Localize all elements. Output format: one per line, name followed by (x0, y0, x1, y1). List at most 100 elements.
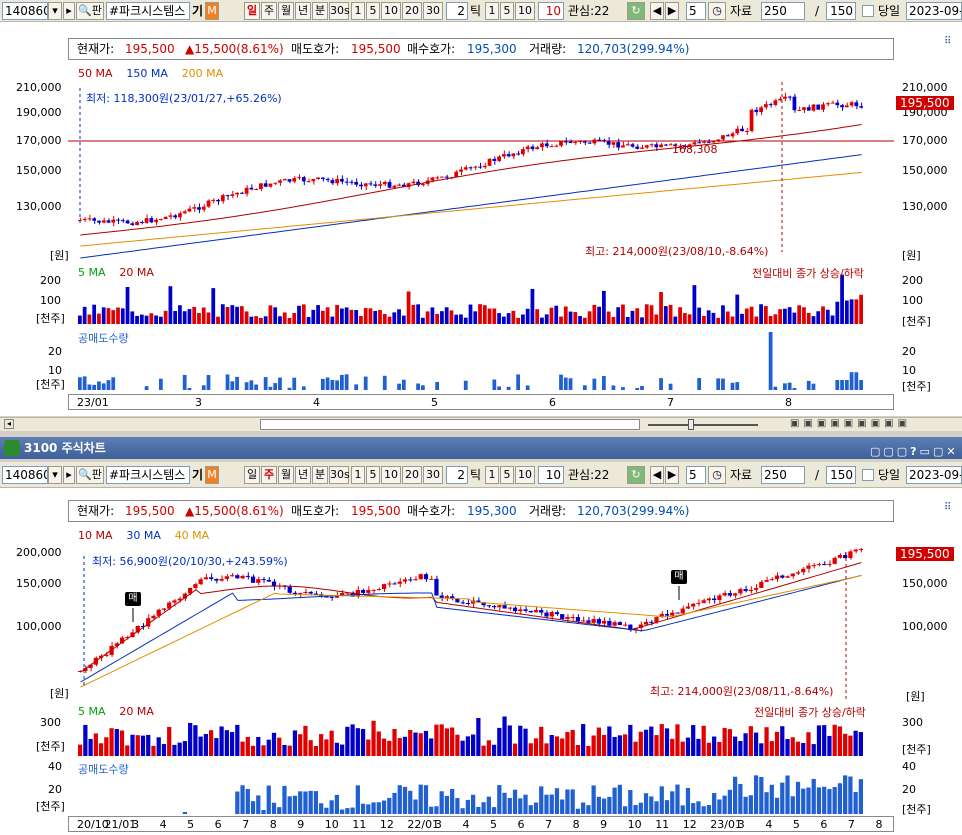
window-controls-icon[interactable]: ▢▢▢?▭▢✕ (870, 441, 959, 463)
short-bar (733, 776, 738, 814)
code-dropdown-button[interactable]: ▾ (48, 2, 62, 20)
period-week-button-2[interactable]: 주 (261, 466, 277, 484)
short-bar (582, 385, 587, 390)
refresh-icon-2[interactable]: ↻ (627, 466, 645, 484)
interval-10-button-2[interactable]: 10 (381, 466, 401, 484)
volume-bar (687, 314, 692, 324)
short-bar (596, 796, 601, 814)
interval-10-button[interactable]: 10 (381, 2, 401, 20)
jaryo-select[interactable]: 250 (761, 2, 805, 20)
short-bar (230, 381, 235, 390)
volume-bar (335, 304, 339, 324)
bottom-settings-icon[interactable]: ⠿ (944, 502, 951, 513)
tick-count-input[interactable]: 10 (538, 2, 564, 20)
tick-1-button[interactable]: 1 (485, 2, 499, 20)
zoom-slider-track[interactable] (648, 424, 758, 426)
code-dropdown-button-2[interactable]: ▾ (48, 466, 62, 484)
top-short-chart[interactable] (68, 326, 894, 392)
tick-input-2[interactable]: 2 (446, 466, 468, 484)
date-input-2[interactable]: 2023-09-0 (906, 466, 962, 484)
short-bar (261, 809, 266, 814)
stock-name-field-2[interactable]: #파크시스템스 (106, 466, 190, 484)
period-month-button[interactable]: 월 (278, 2, 294, 20)
period-month-button-2[interactable]: 월 (278, 466, 294, 484)
period-minute-button[interactable]: 분 (312, 2, 328, 20)
top-settings-icon[interactable]: ⠿ (944, 36, 951, 47)
dangil-label-2: 당일 (878, 468, 901, 482)
interval-20-button-2[interactable]: 20 (402, 466, 422, 484)
top-scrollbar[interactable]: ◂ ▣▣▣▣▣▣▣▣▣ (0, 417, 962, 431)
bottom-short-chart[interactable] (68, 758, 894, 816)
volume-bar (549, 734, 554, 756)
clock-icon[interactable]: ◷ (708, 2, 726, 20)
period-day-button[interactable]: 일 (244, 2, 260, 20)
bottom-price-chart[interactable] (68, 522, 894, 702)
volume-bar (753, 732, 759, 756)
zoom-slider-handle[interactable] (688, 419, 694, 430)
volume-bar (167, 726, 172, 756)
interval-30-button-2[interactable]: 30 (423, 466, 443, 484)
interval-30-button[interactable]: 30 (423, 2, 443, 20)
next-button[interactable]: ▶ (665, 2, 679, 20)
tick-10-button-2[interactable]: 10 (515, 466, 535, 484)
tick-10-button[interactable]: 10 (515, 2, 535, 20)
stock-code-input-2[interactable]: 140860 (2, 466, 48, 484)
tick-count-input-2[interactable]: 10 (538, 466, 564, 484)
prev-button-2[interactable]: ◀ (650, 466, 664, 484)
interval-1-button-2[interactable]: 1 (351, 466, 365, 484)
jaryo-select-2[interactable]: 250 (761, 466, 805, 484)
tick-label-2: 틱 (470, 468, 482, 482)
left-unit-won: [원] (50, 249, 69, 262)
period-week-button[interactable]: 주 (261, 2, 277, 20)
candle-body (563, 141, 568, 143)
buy-marker-2[interactable]: 매 (671, 570, 687, 584)
candle-body (811, 565, 816, 567)
tick-input[interactable]: 2 (446, 2, 468, 20)
volume-bar (287, 317, 292, 324)
total-input[interactable]: 150 (826, 2, 856, 20)
period-year-button[interactable]: 년 (295, 2, 311, 20)
count-input[interactable]: 5 (686, 2, 706, 20)
total-input-2[interactable]: 150 (826, 466, 856, 484)
next-arrow-button[interactable]: ▸ (63, 2, 75, 20)
volume-bar (83, 724, 88, 756)
interval-5-button[interactable]: 5 (366, 2, 380, 20)
tick-1-button-2[interactable]: 1 (485, 466, 499, 484)
date-input[interactable]: 2023-09-0 (906, 2, 962, 20)
buy-marker-1[interactable]: 매 (125, 592, 141, 606)
dangil-checkbox[interactable] (862, 5, 874, 17)
tick-5-button[interactable]: 5 (500, 2, 514, 20)
period-minute-button-2[interactable]: 분 (312, 466, 328, 484)
stock-name-field[interactable]: #파크시스템스 (106, 2, 190, 20)
candle-body (158, 219, 163, 221)
clock-icon-2[interactable]: ◷ (708, 466, 726, 484)
left-tick-190000: 190,000 (16, 106, 62, 119)
refresh-icon[interactable]: ↻ (627, 2, 645, 20)
candle-body (120, 220, 125, 222)
scroll-thumb[interactable] (260, 419, 640, 430)
stock-code-input[interactable]: 140860 (2, 2, 48, 20)
candle-body (463, 167, 468, 170)
next-arrow-button-2[interactable]: ▸ (63, 466, 75, 484)
search-button[interactable]: 🔍판 (76, 2, 104, 20)
period-30s-button-2[interactable]: 30s (329, 466, 350, 484)
tick-5-button-2[interactable]: 5 (500, 466, 514, 484)
short-bar (413, 799, 418, 814)
period-year-button-2[interactable]: 년 (295, 466, 311, 484)
m-badge-button-2[interactable]: M (205, 466, 219, 484)
volume-bar (259, 317, 263, 324)
m-badge-button[interactable]: M (205, 2, 219, 20)
interval-20-button[interactable]: 20 (402, 2, 422, 20)
scroll-left-icon[interactable]: ◂ (4, 419, 14, 429)
interval-1-button[interactable]: 1 (351, 2, 365, 20)
chart-tool-icons[interactable]: ▣▣▣▣▣▣▣▣▣ (790, 418, 911, 429)
search-button-2[interactable]: 🔍판 (76, 466, 104, 484)
period-day-button-2[interactable]: 일 (244, 466, 260, 484)
period-30s-button[interactable]: 30s (329, 2, 350, 20)
interval-5-button-2[interactable]: 5 (366, 466, 380, 484)
short-bar (465, 799, 470, 814)
dangil-checkbox-2[interactable] (862, 469, 874, 481)
next-button-2[interactable]: ▶ (665, 466, 679, 484)
prev-button[interactable]: ◀ (650, 2, 664, 20)
count-input-2[interactable]: 5 (686, 466, 706, 484)
